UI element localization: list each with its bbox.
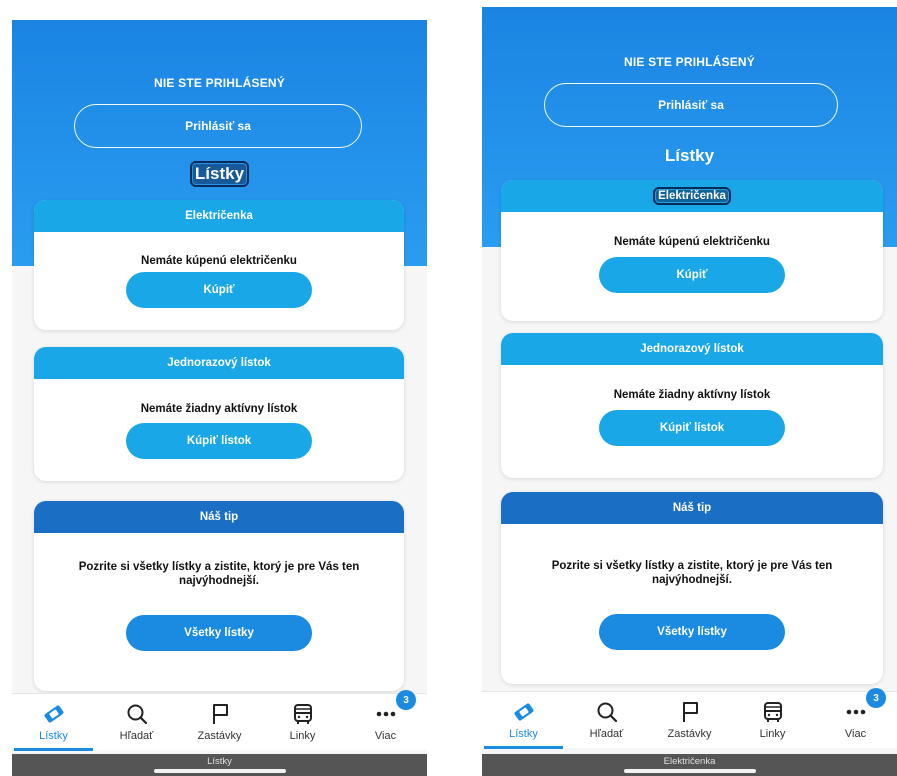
tab-more-label: Viac: [374, 730, 397, 742]
buy-ticket-button[interactable]: Kúpiť lístok: [126, 423, 312, 459]
tab-search[interactable]: Hľadať: [565, 692, 648, 748]
search-icon: [597, 702, 617, 723]
tab-bar: Lístky Hľadať Zastávky Linky 3 Viac: [482, 688, 897, 749]
tab-stops-label: Zastávky: [667, 728, 712, 740]
flag-icon: [212, 704, 228, 724]
tab-lines-label: Linky: [289, 730, 316, 742]
tip-card: Náš tip Pozrite si všetky lístky a zisti…: [501, 492, 883, 684]
login-button[interactable]: Prihlásiť sa: [74, 104, 362, 148]
buy-tram-pass-button[interactable]: Kúpiť: [126, 272, 312, 308]
bus-icon: [763, 702, 782, 722]
tab-tickets[interactable]: Lístky: [12, 694, 95, 751]
accessibility-caption: Električenka: [663, 756, 716, 767]
tab-more[interactable]: 3 Viac: [344, 690, 427, 750]
page-title-text: Lístky: [664, 146, 715, 165]
tab-search-label: Hľadať: [119, 730, 154, 742]
tram-pass-message: Nemáte kúpenú električenku: [141, 255, 297, 267]
all-tickets-button[interactable]: Všetky lístky: [126, 615, 312, 651]
ticket-icon: [514, 703, 533, 721]
tab-lines[interactable]: Linky: [261, 694, 344, 750]
accessibility-caption: Lístky: [207, 756, 232, 767]
tab-more[interactable]: 3 Viac: [814, 688, 897, 748]
more-icon: [376, 711, 395, 717]
tab-tickets-label: Lístky: [509, 728, 538, 740]
tab-active-indicator: [14, 748, 93, 751]
tab-tickets-label: Lístky: [39, 730, 68, 742]
buy-tram-pass-button[interactable]: Kúpiť: [599, 257, 785, 293]
tab-bar: Lístky Hľadať Zastávky Linky 3 Viac: [12, 690, 427, 751]
tip-message: Pozrite si všetky lístky a zistite, ktor…: [551, 560, 833, 586]
tram-pass-card-title: Električenka: [34, 200, 404, 232]
tab-stops[interactable]: Zastávky: [648, 692, 731, 748]
tab-active-indicator: [484, 746, 563, 749]
screen-right: NIE STE PRIHLÁSENÝ Prihlásiť sa Lístky E…: [482, 7, 897, 776]
tab-stops[interactable]: Zastávky: [178, 694, 261, 750]
tab-search-label: Hľadať: [589, 728, 624, 740]
single-ticket-message: Nemáte žiadny aktívny lístok: [140, 403, 298, 415]
tip-card: Náš tip Pozrite si všetky lístky a zisti…: [34, 501, 404, 691]
page-title-text: Lístky: [189, 161, 250, 187]
tab-more-label: Viac: [844, 728, 867, 740]
tram-pass-card-title: Električenka: [501, 180, 883, 212]
flag-icon: [682, 702, 698, 722]
tip-card-title: Náš tip: [501, 492, 883, 524]
single-ticket-message: Nemáte žiadny aktívny lístok: [613, 389, 771, 401]
tab-stops-label: Zastávky: [197, 730, 242, 742]
more-icon: [846, 709, 865, 715]
login-button[interactable]: Prihlásiť sa: [544, 83, 838, 127]
screen-left: NIE STE PRIHLÁSENÝ Prihlásiť sa Lístky E…: [12, 20, 427, 776]
single-ticket-card-title: Jednorazový lístok: [34, 347, 404, 379]
login-status: NIE STE PRIHLÁSENÝ: [624, 55, 755, 69]
tip-card-title: Náš tip: [34, 501, 404, 533]
single-ticket-card: Jednorazový lístok Nemáte žiadny aktívny…: [501, 333, 883, 478]
tip-message: Pozrite si všetky lístky a zistite, ktor…: [78, 561, 360, 587]
page-title: Lístky: [12, 161, 427, 187]
notification-badge: 3: [396, 690, 416, 710]
tram-pass-message: Nemáte kúpenú električenku: [614, 236, 770, 248]
home-indicator[interactable]: [153, 769, 286, 773]
ticket-icon: [44, 705, 63, 723]
bus-icon: [293, 704, 312, 724]
tab-lines[interactable]: Linky: [731, 692, 814, 748]
buy-ticket-button[interactable]: Kúpiť lístok: [599, 410, 785, 446]
tab-lines-label: Linky: [759, 728, 786, 740]
single-ticket-card-title: Jednorazový lístok: [501, 333, 883, 365]
accessibility-caption-bar: Lístky: [12, 754, 427, 776]
notification-badge: 3: [866, 688, 886, 708]
tram-pass-card: Električenka Nemáte kúpenú električenku …: [501, 180, 883, 321]
accessibility-caption-bar: Električenka: [482, 754, 897, 776]
all-tickets-button[interactable]: Všetky lístky: [599, 614, 785, 650]
single-ticket-card: Jednorazový lístok Nemáte žiadny aktívny…: [34, 347, 404, 481]
tram-pass-card: Električenka Nemáte kúpenú električenku …: [34, 200, 404, 330]
home-indicator[interactable]: [623, 769, 756, 773]
tab-tickets[interactable]: Lístky: [482, 692, 565, 749]
login-status: NIE STE PRIHLÁSENÝ: [154, 76, 285, 90]
tab-search[interactable]: Hľadať: [95, 694, 178, 750]
search-icon: [127, 704, 147, 725]
tram-pass-card-title-text: Električenka: [653, 187, 731, 205]
page-title: Lístky: [482, 146, 897, 166]
